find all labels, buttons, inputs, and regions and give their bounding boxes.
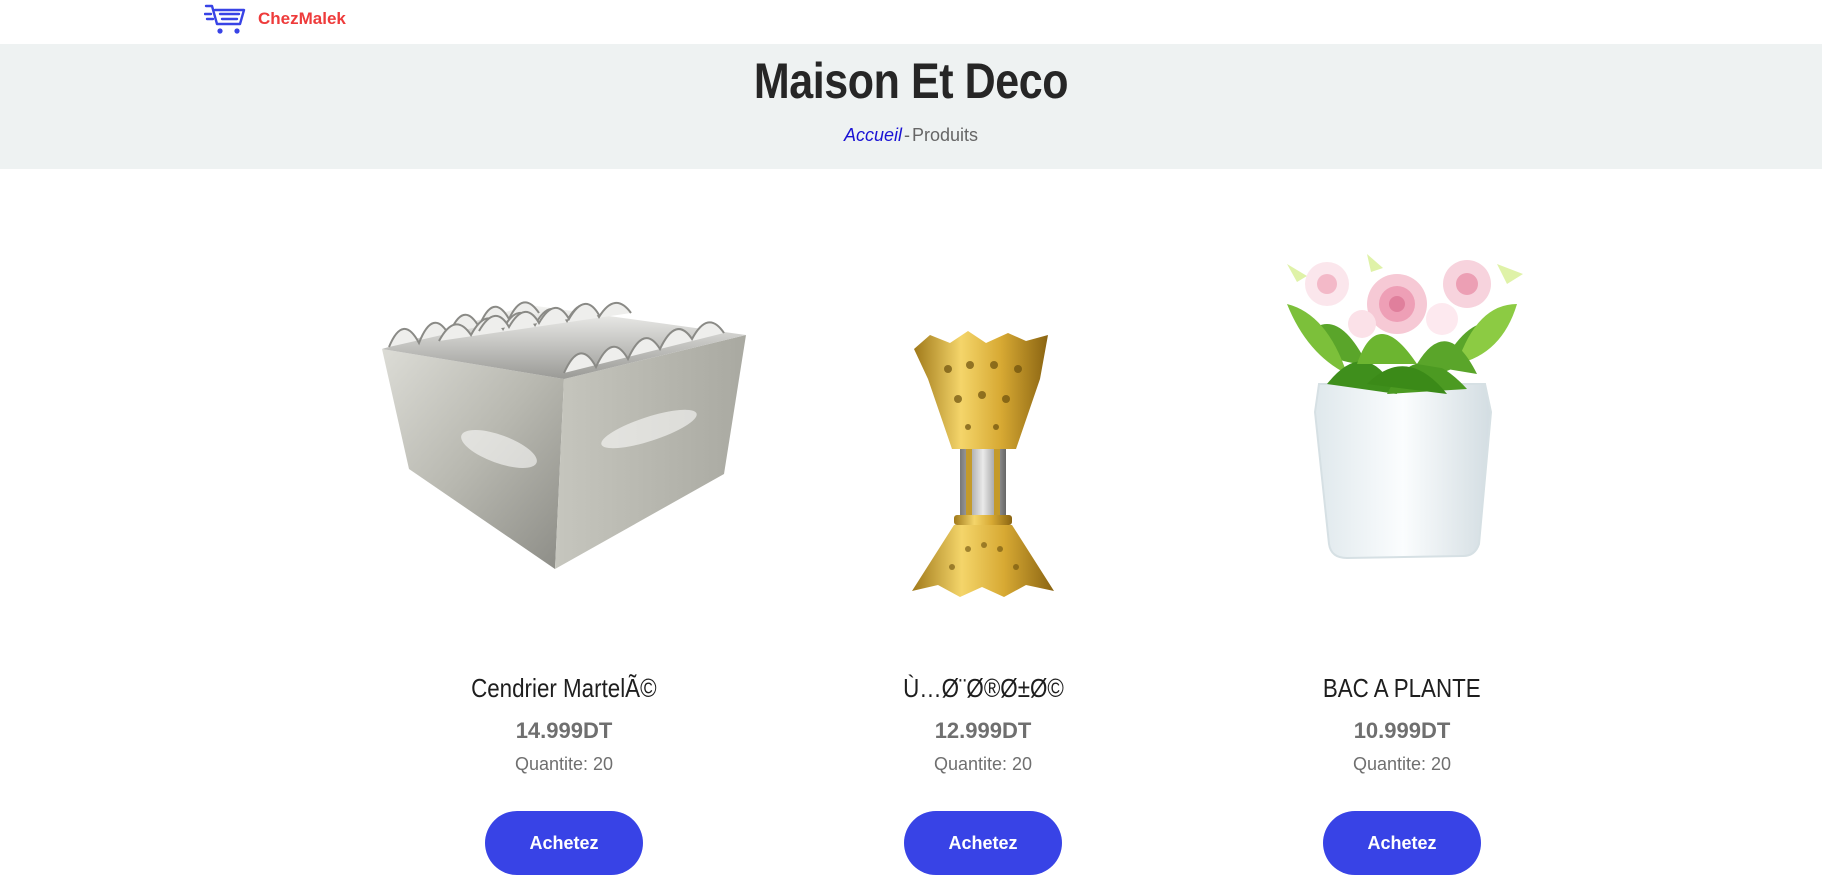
brand-name: ChezMalek: [258, 9, 346, 28]
product-card: Ù…Ø¨Ø®Ø±Ø© 12.999DT Quantite: 20 Achetez: [773, 229, 1193, 875]
product-quantity: Quantite: 20: [933, 754, 1033, 774]
incense-burner-image: [912, 331, 1054, 597]
plant-pot-image: [1287, 254, 1523, 560]
product-name[interactable]: Ù…Ø¨Ø®Ø±Ø©: [903, 673, 1064, 704]
buy-button[interactable]: Achetez: [1323, 811, 1481, 875]
page-title: Maison Et Deco: [753, 53, 1069, 109]
product-grid: Cendrier MartelÃ© 14.999DT Quantite: 20 …: [0, 169, 1822, 883]
buy-button[interactable]: Achetez: [485, 811, 643, 875]
product-name[interactable]: Cendrier MartelÃ©: [471, 673, 656, 704]
product-price: 14.999DT: [515, 718, 613, 743]
product-quantity: Quantite: 20: [1352, 754, 1452, 774]
product-quantity: Quantite: 20: [514, 754, 614, 774]
top-navbar: ChezMalek: [0, 0, 1822, 44]
product-price: 10.999DT: [1353, 718, 1451, 743]
breadcrumb-home-link[interactable]: Accueil: [844, 125, 902, 145]
ashtray-image: [382, 301, 746, 569]
cart-icon: [204, 4, 246, 34]
product-card: Cendrier MartelÃ© 14.999DT Quantite: 20 …: [354, 229, 774, 875]
product-price: 12.999DT: [934, 718, 1032, 743]
breadcrumb-separator: -: [903, 125, 910, 145]
breadcrumb: Accueil - Produits: [0, 125, 1822, 146]
product-image[interactable]: [354, 229, 774, 629]
page-header: Maison Et Deco Accueil - Produits: [0, 44, 1822, 169]
product-card: BAC A PLANTE 10.999DT Quantite: 20 Achet…: [1192, 229, 1612, 875]
product-name[interactable]: BAC A PLANTE: [1323, 673, 1481, 704]
product-image[interactable]: [1192, 229, 1612, 629]
breadcrumb-current: Produits: [911, 125, 979, 145]
brand-logo[interactable]: ChezMalek: [204, 0, 346, 38]
buy-button[interactable]: Achetez: [904, 811, 1062, 875]
product-image[interactable]: [773, 229, 1193, 629]
